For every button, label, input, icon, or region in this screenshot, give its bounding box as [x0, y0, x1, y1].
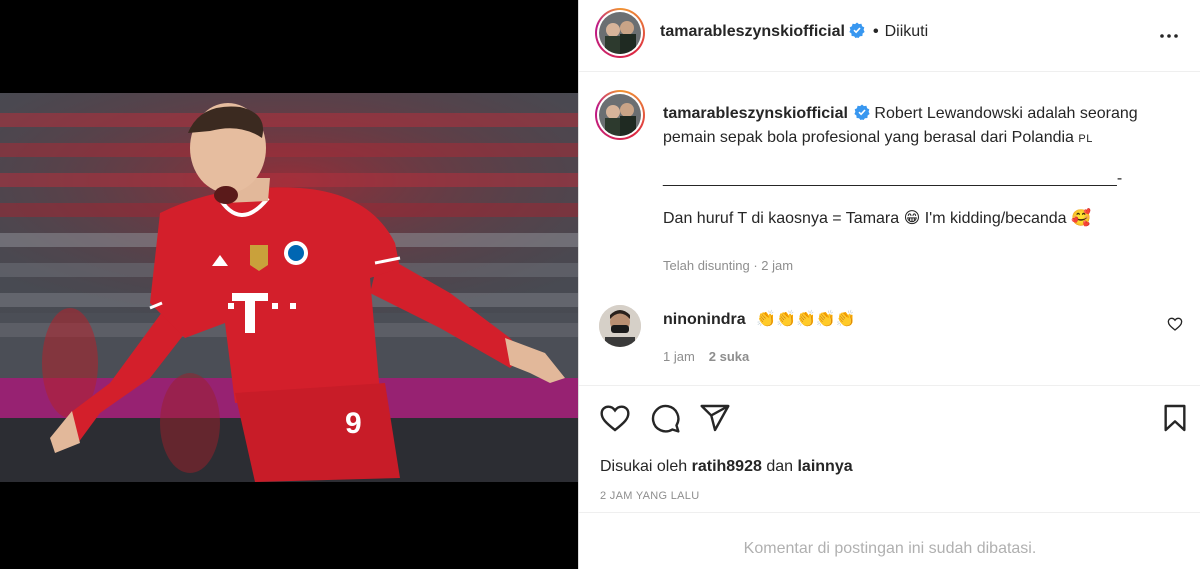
- liked-by-others[interactable]: lainnya: [797, 458, 852, 475]
- liked-by-prefix: Disukai oleh: [600, 458, 688, 475]
- post-header: tamarableszynskiofficial • Diikuti: [579, 0, 1200, 72]
- caption-edited-time[interactable]: Telah disunting · 2 jam: [663, 258, 793, 273]
- grin-emoji: 😁: [903, 210, 921, 227]
- post-details-panel: tamarableszynskiofficial • Diikuti tamarab…: [578, 0, 1200, 569]
- caption-avatar-image: [599, 94, 641, 136]
- liked-by-line: Disukai oleh ratih8928 dan lainnya: [600, 458, 853, 476]
- more-options-icon[interactable]: [1157, 24, 1181, 48]
- clapping-emojis: 👏👏👏👏👏: [756, 311, 856, 328]
- poland-flag: PL: [1078, 133, 1093, 145]
- caption-line-1: Robert Lewandowski adalah seorang: [874, 105, 1138, 122]
- caption-text: tamarableszynskiofficial Robert Lewandow…: [663, 102, 1163, 231]
- commenter-avatar[interactable]: [599, 305, 641, 347]
- player-figure: 9: [50, 103, 565, 482]
- liked-by-user[interactable]: ratih8928: [692, 458, 762, 475]
- comment-icon[interactable]: [649, 402, 681, 434]
- verified-badge-icon: [854, 104, 870, 120]
- comment-time[interactable]: 1 jam: [663, 349, 695, 364]
- header-username[interactable]: tamarableszynskiofficial: [660, 23, 845, 40]
- comment-item: ninonindra 👏👏👏👏👏 1 jam 2 suka: [595, 303, 1185, 373]
- caption-line-3: Dan huruf T di kaosnya = Tamara: [663, 210, 900, 227]
- share-icon[interactable]: [699, 402, 731, 434]
- heart-icon[interactable]: [599, 402, 631, 434]
- caption-divider: ________________________________________…: [663, 170, 1123, 187]
- smiling-hearts-emoji: 🥰: [1071, 210, 1091, 227]
- comments-restricted-notice: Komentar di postingan ini sudah dibatasi…: [579, 512, 1200, 569]
- comment-heart-icon[interactable]: [1167, 316, 1183, 332]
- post-timestamp[interactable]: 2 JAM YANG LALU: [600, 490, 699, 502]
- liked-by-and: dan: [766, 458, 794, 475]
- header-user-line: tamarableszynskiofficial • Diikuti: [660, 22, 928, 41]
- svg-text:9: 9: [345, 407, 362, 440]
- commenter-avatar-image: [599, 305, 641, 347]
- post-photo[interactable]: 9: [0, 93, 578, 482]
- author-avatar[interactable]: [595, 8, 645, 58]
- follow-status[interactable]: Diikuti: [885, 23, 929, 40]
- post-actions: Disukai oleh ratih8928 dan lainnya 2 JAM…: [579, 385, 1200, 515]
- bookmark-icon[interactable]: [1159, 402, 1191, 434]
- caption-line-3b: I'm kidding/becanda: [924, 210, 1067, 227]
- post-media[interactable]: 9: [0, 0, 578, 569]
- comment-body: ninonindra 👏👏👏👏👏: [663, 309, 856, 329]
- author-avatar-image: [599, 12, 641, 54]
- header-separator: •: [872, 23, 879, 40]
- verified-badge-icon: [849, 22, 865, 38]
- caption-author-avatar[interactable]: [595, 90, 645, 140]
- comment-meta: 1 jam 2 suka: [663, 349, 749, 364]
- caption-username[interactable]: tamarableszynskiofficial: [663, 105, 848, 122]
- commenter-username[interactable]: ninonindra: [663, 311, 746, 328]
- comment-likes[interactable]: 2 suka: [709, 349, 749, 364]
- caption-line-2: pemain sepak bola profesional yang beras…: [663, 129, 1074, 146]
